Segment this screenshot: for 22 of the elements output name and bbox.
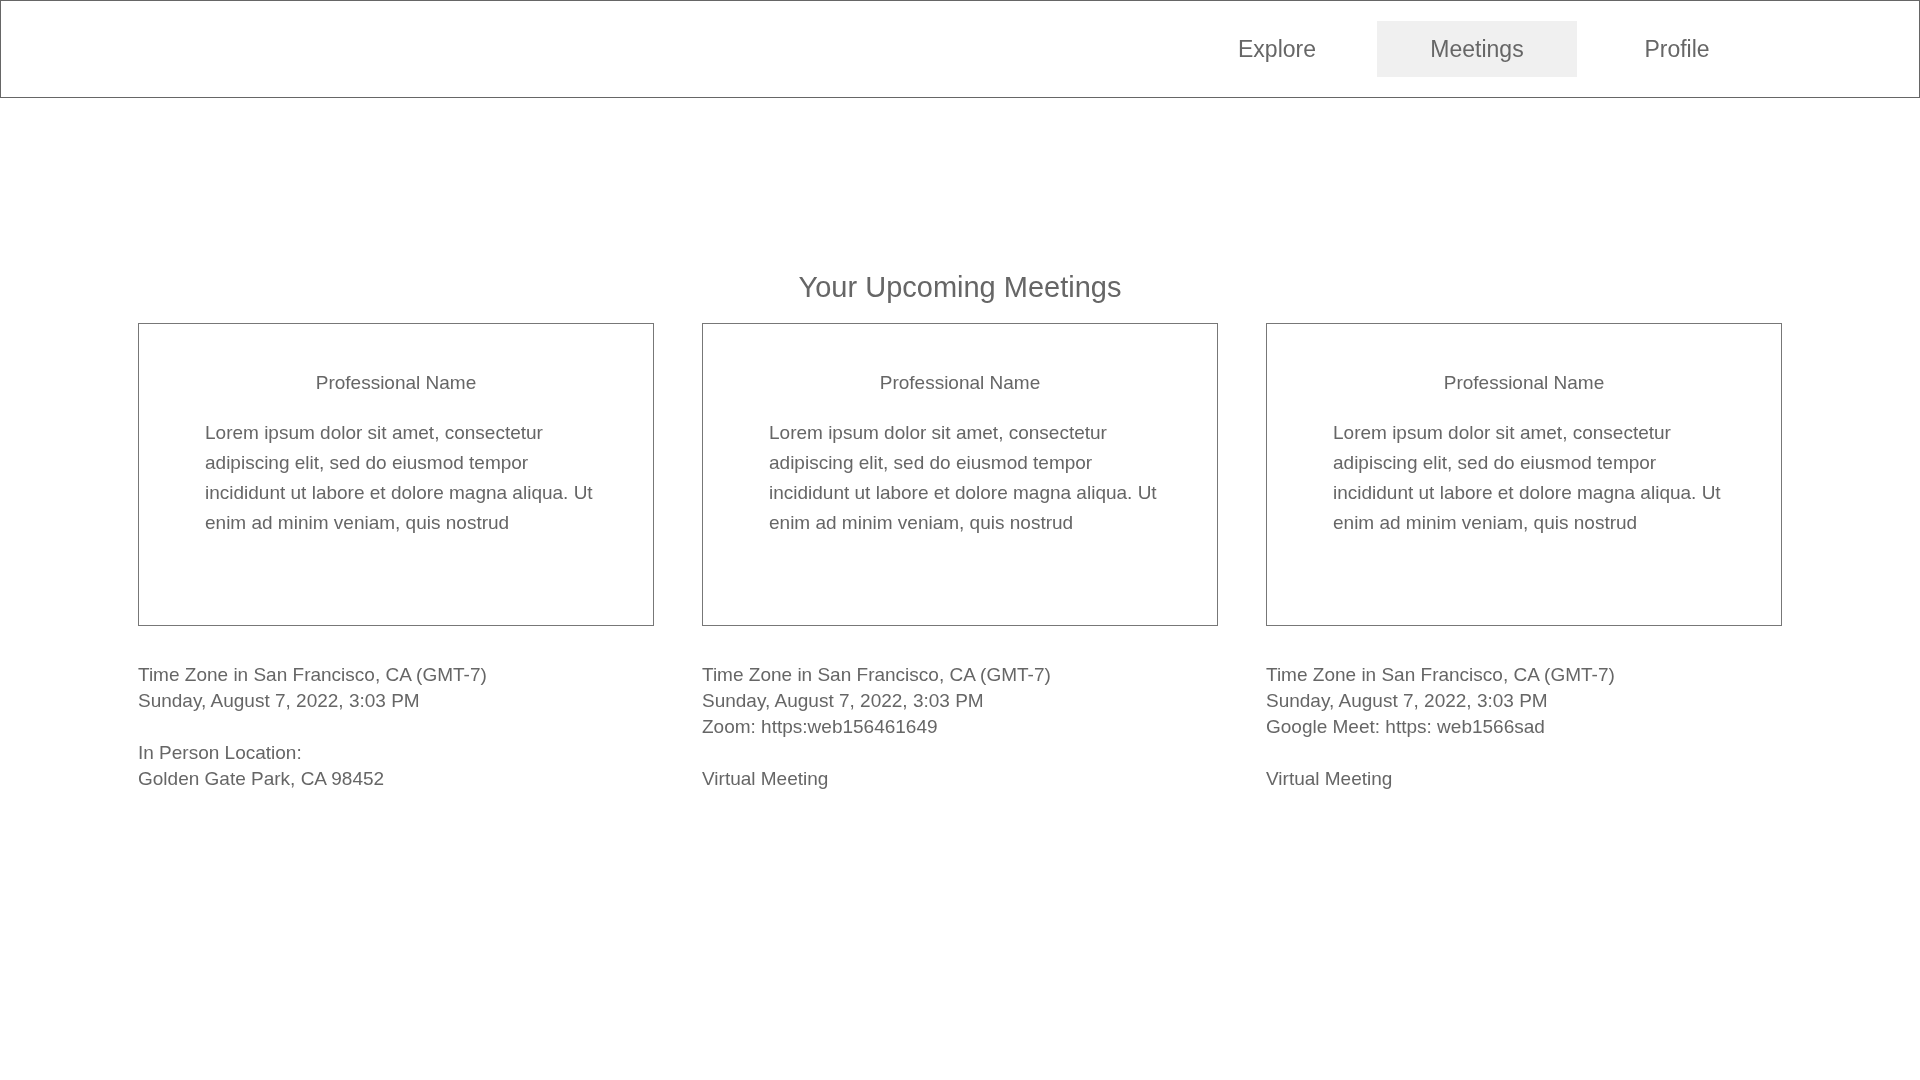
meeting-detail: Virtual Meeting <box>1266 766 1394 791</box>
meeting-detail: Time Zone in San Francisco, CA (GMT-7) <box>138 662 488 687</box>
meeting-detail: Golden Gate Park, CA 98452 <box>138 766 386 791</box>
meeting-detail: Time Zone in San Francisco, CA (GMT-7) <box>702 662 1052 687</box>
meeting-description: Lorem ipsum dolor sit amet, consectetur adipiscing elit, sed do eiusmod tempor incididunt ut labore et dolore magna aliqua. Ut enim ad minim veniam, quis nostrud <box>205 420 594 535</box>
meeting-detail: Sunday, August 7, 2022, 3:03 PM <box>1266 688 1549 713</box>
meeting-detail: In Person Location: <box>138 740 303 765</box>
professional-name: Professional Name <box>878 371 1042 394</box>
nav-tab[interactable]: Meetings <box>1377 21 1577 77</box>
meeting-description: Lorem ipsum dolor sit amet, consectetur adipiscing elit, sed do eiusmod tempor incididunt ut labore et dolore magna aliqua. Ut enim ad minim veniam, quis nostrud <box>769 420 1158 535</box>
nav-tab[interactable]: Explore <box>1177 21 1377 77</box>
meeting-detail: Sunday, August 7, 2022, 3:03 PM <box>138 688 421 713</box>
meeting-detail: Zoom: https:web156461649 <box>702 714 939 739</box>
meeting-detail: Sunday, August 7, 2022, 3:03 PM <box>702 688 985 713</box>
professional-name: Professional Name <box>314 371 478 394</box>
page-heading: Your Upcoming Meetings <box>797 270 1123 305</box>
meeting-detail: Time Zone in San Francisco, CA (GMT-7) <box>1266 662 1616 687</box>
meeting-detail: Virtual Meeting <box>702 766 830 791</box>
professional-name: Professional Name <box>1442 371 1606 394</box>
meeting-description: Lorem ipsum dolor sit amet, consectetur adipiscing elit, sed do eiusmod tempor incididunt ut labore et dolore magna aliqua. Ut enim ad minim veniam, quis nostrud <box>1333 420 1722 535</box>
nav-tab[interactable]: Profile <box>1577 21 1777 77</box>
meeting-detail: Google Meet: https: web1566sad <box>1266 714 1546 739</box>
